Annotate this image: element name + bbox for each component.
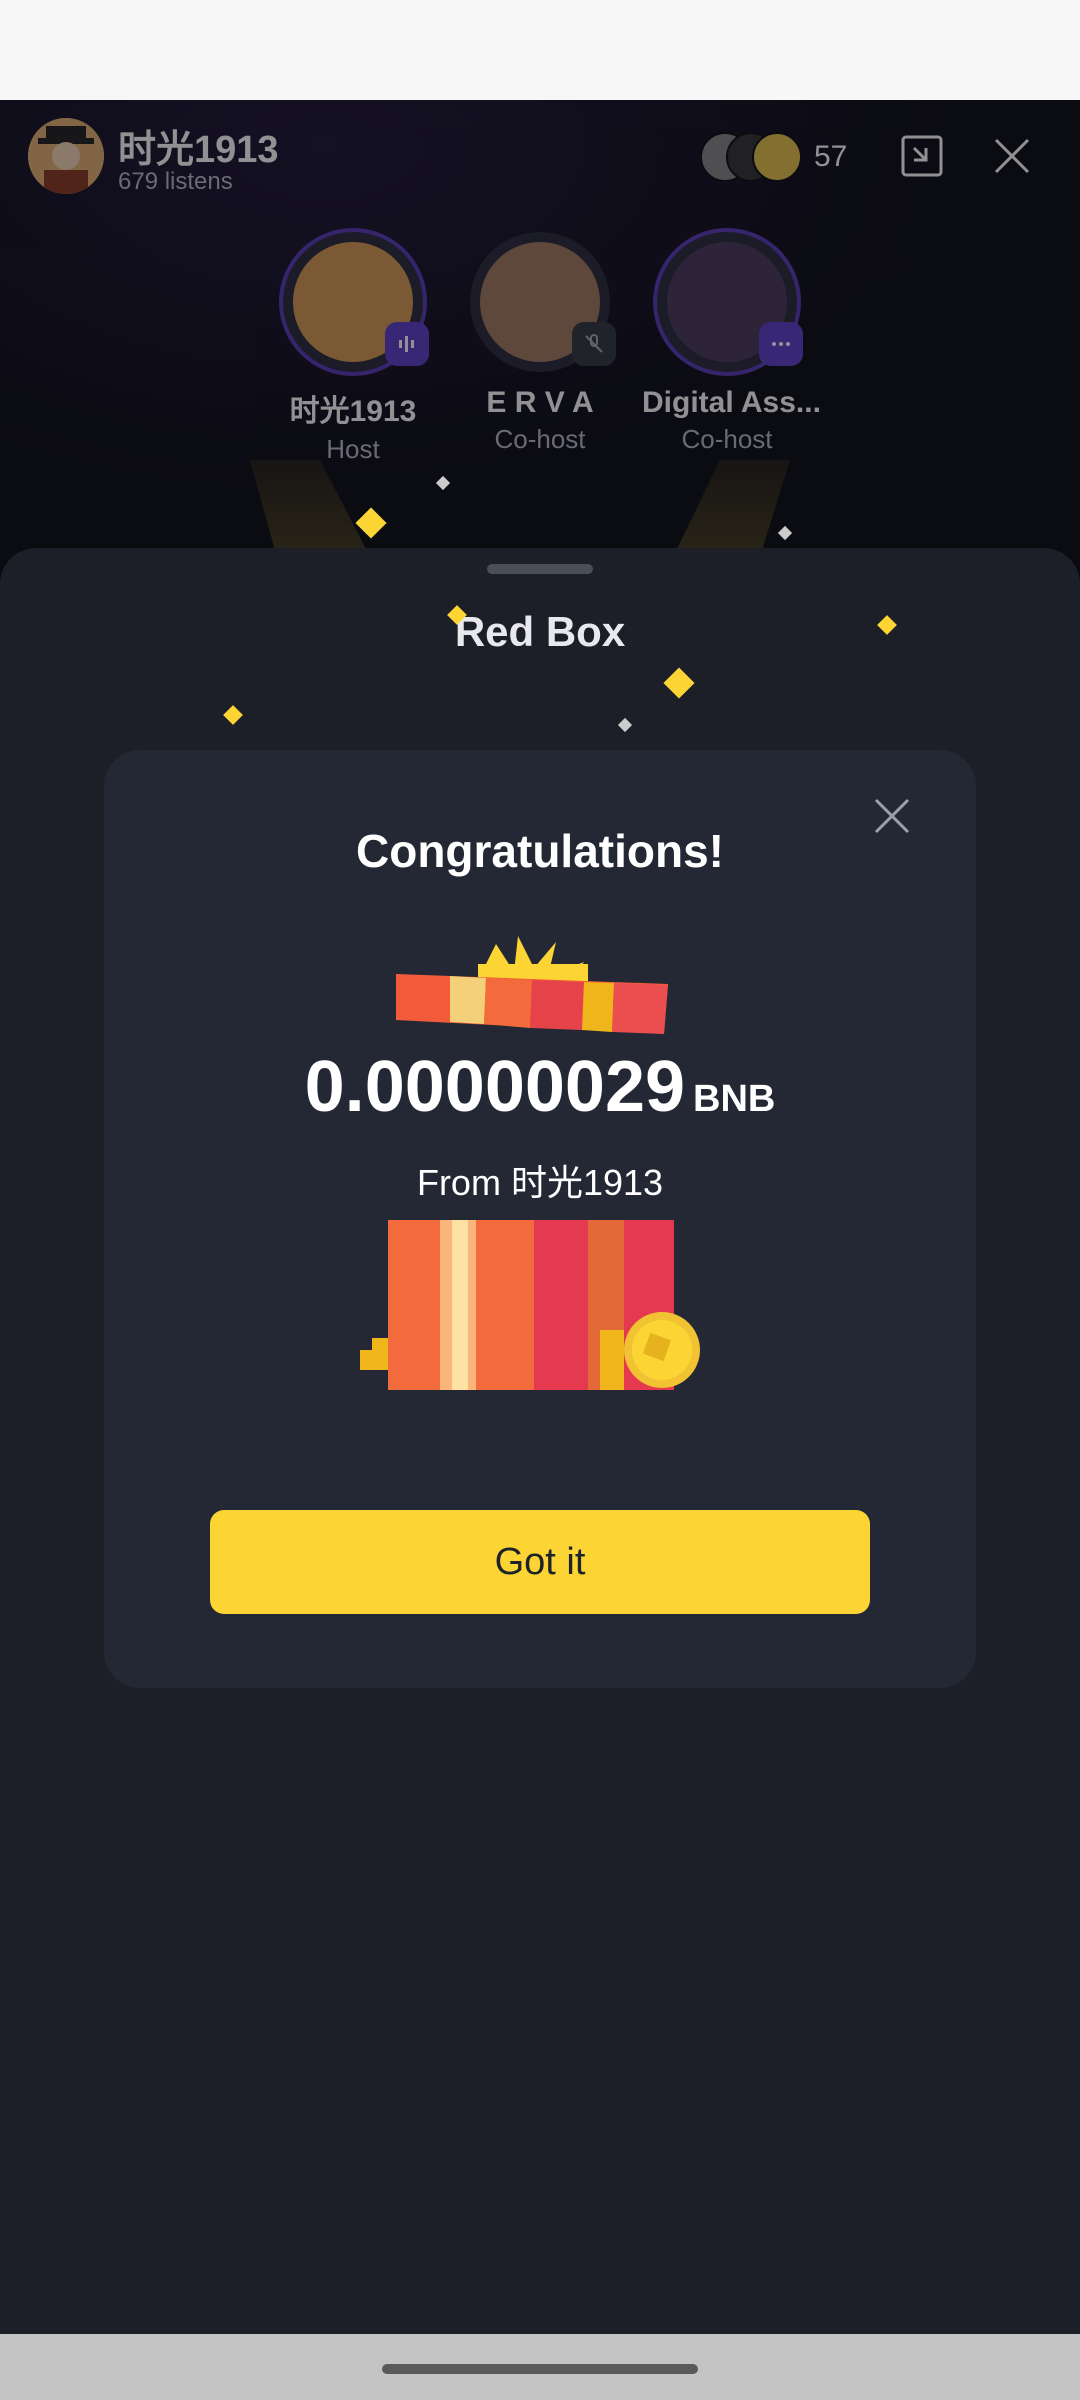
- speaker-avatar: [657, 232, 803, 372]
- reward-amount-row: 0.00000029 BNB: [104, 1046, 976, 1128]
- reward-dialog: Congratulations! 0.00000029 BNB From 时光19…: [104, 750, 976, 1688]
- sheet-title: Red Box: [454, 608, 626, 655]
- system-nav-bar: [0, 2334, 1080, 2400]
- host-avatar[interactable]: [28, 118, 104, 194]
- dialog-title: Congratulations!: [356, 825, 724, 877]
- muted-mic-icon: [572, 322, 616, 366]
- speaker-name: 时光1913: [289, 395, 417, 428]
- listener-count: 57: [814, 140, 848, 173]
- minimize-icon[interactable]: [900, 134, 944, 178]
- speaker-avatar: [470, 232, 616, 372]
- gift-box-icon: [360, 1220, 700, 1390]
- more-icon: [759, 322, 803, 366]
- speaker-avatar: [283, 232, 429, 372]
- listener-avatars[interactable]: [700, 132, 810, 182]
- reward-unit: BNB: [693, 1078, 776, 1120]
- speaker-name: Digital Ass...: [642, 386, 821, 419]
- status-bar: [0, 0, 1080, 100]
- room-host-name: 时光1913: [118, 129, 279, 171]
- sheet-drag-handle[interactable]: [487, 564, 593, 574]
- home-gesture-handle[interactable]: [382, 2364, 698, 2374]
- gift-lid-icon: [396, 936, 668, 1034]
- speaker-cohost-2[interactable]: Digital Ass... Co-host: [642, 232, 821, 455]
- speaker-cohost-1[interactable]: E R V A Co-host: [455, 232, 625, 455]
- speaker-name: E R V A: [486, 386, 594, 419]
- close-icon[interactable]: [990, 134, 1034, 178]
- speaking-icon: [385, 322, 429, 366]
- coin-icon: [624, 1312, 700, 1388]
- listens-count: 679 listens: [118, 168, 233, 195]
- reward-amount: 0.00000029: [304, 1047, 686, 1127]
- got-it-button[interactable]: Got it: [210, 1510, 870, 1614]
- reward-sender: From 时光1913: [416, 1162, 664, 1203]
